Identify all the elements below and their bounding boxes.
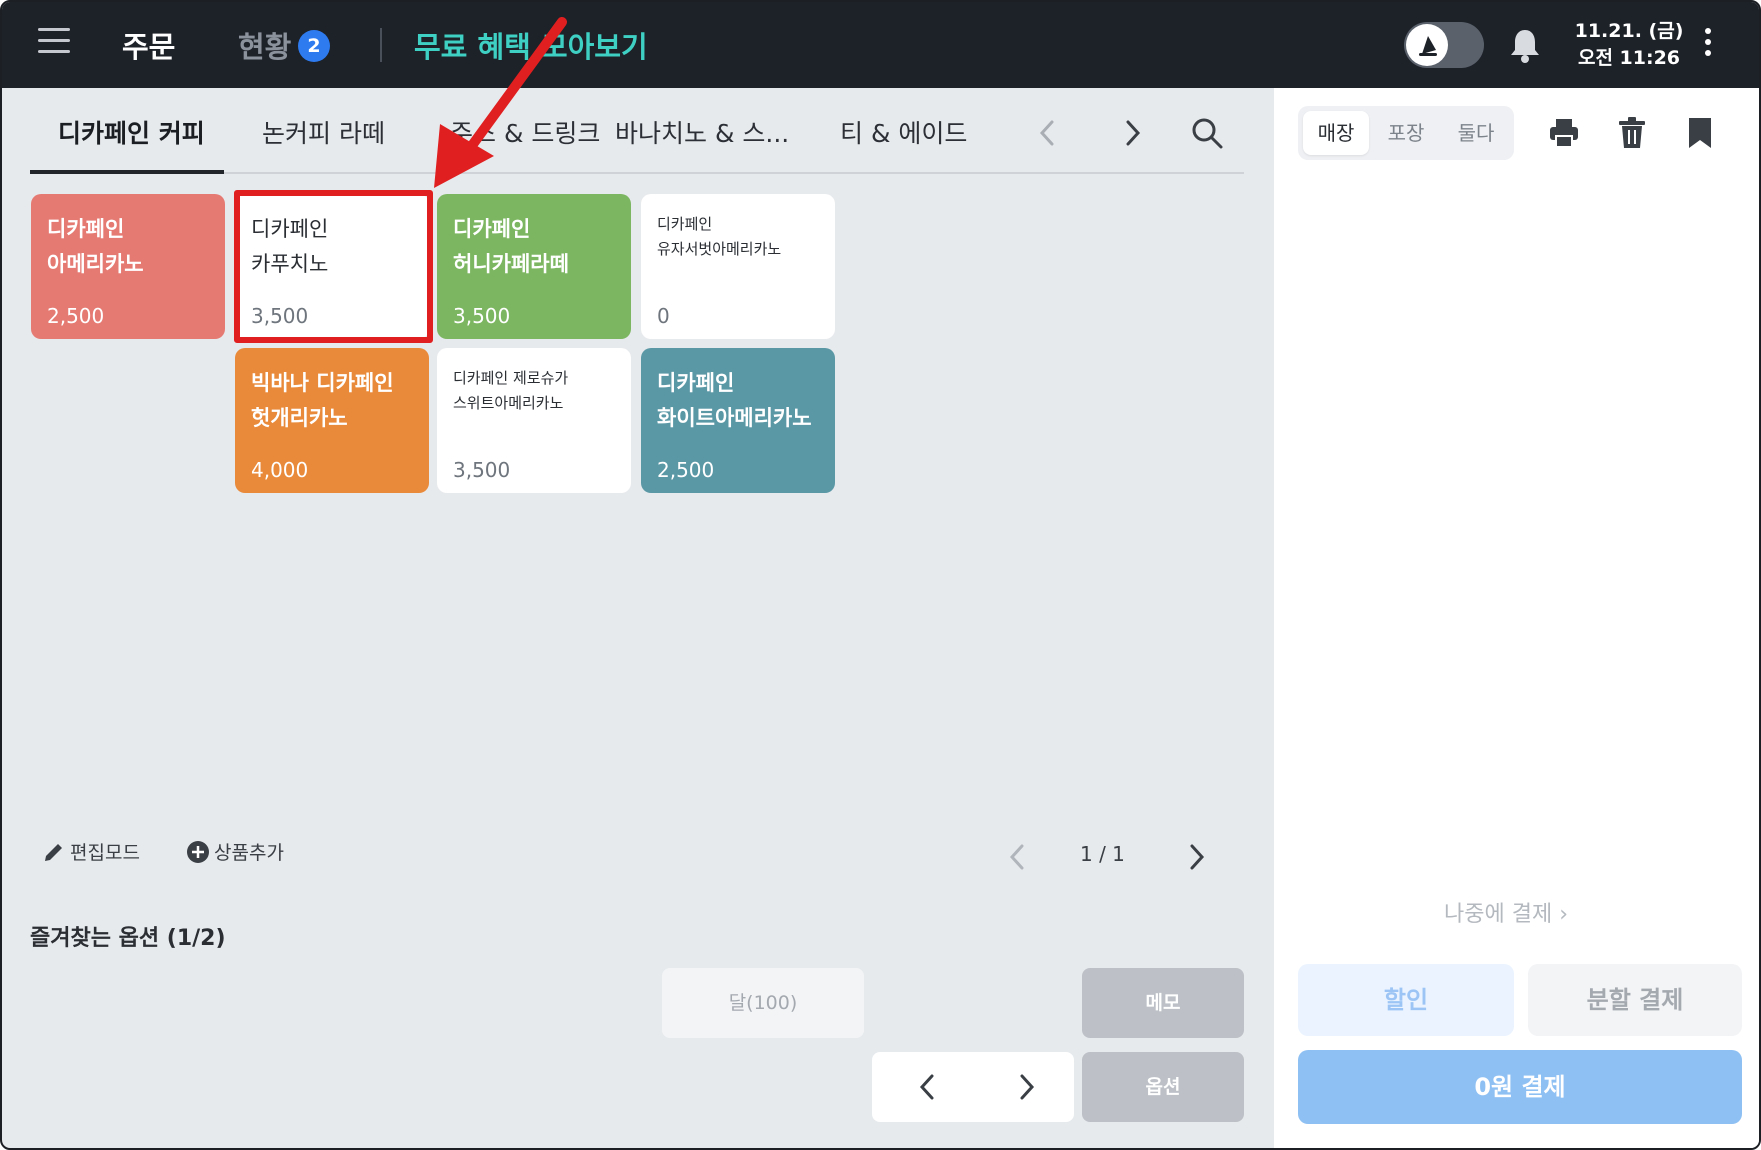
tab-status[interactable]: 현황 (238, 24, 291, 66)
product-card[interactable]: 디카페인 아메리카노 2,500 (31, 194, 225, 339)
time-text: 오전 11:26 (1577, 47, 1681, 69)
discount-button[interactable]: 할인 (1298, 964, 1514, 1036)
status-count-badge: 2 (298, 30, 330, 62)
product-price: 3,500 (453, 304, 511, 328)
segment-both[interactable]: 둘다 (1443, 111, 1509, 155)
pay-later-label: 나중에 결제 (1444, 902, 1553, 927)
segment-store[interactable]: 매장 (1303, 111, 1369, 155)
more-options-icon[interactable] (1702, 28, 1714, 62)
toggle-knob (1406, 24, 1448, 66)
favorite-options-title: 즐겨찾는 옵션 (1/2) (30, 926, 226, 951)
category-tab-banachino[interactable]: 바나치노 & 스... (615, 114, 789, 150)
search-icon[interactable] (1190, 116, 1224, 150)
promo-link[interactable]: 무료 혜택 모아보기 (414, 24, 648, 66)
category-tab-juice-drink[interactable]: 주스 & 드링크 (450, 114, 600, 150)
pos-app-window: 주문 현황 2 무료 혜택 모아보기 11.21. (금) 오전 11:26 디… (0, 0, 1761, 1150)
hamburger-menu-icon[interactable] (38, 28, 70, 58)
option-nav (872, 1052, 1074, 1122)
product-card[interactable]: 디카페인 허니카페라떼 3,500 (437, 194, 631, 339)
product-name: 디카페인 허니카페라떼 (453, 217, 569, 276)
page-indicator: 1 / 1 (1080, 842, 1125, 866)
chevron-left-icon[interactable] (1002, 840, 1032, 874)
product-price: 4,000 (251, 458, 309, 482)
product-name: 빅바나 디카페인 헛개리카노 (251, 371, 394, 430)
mode-toggle[interactable] (1404, 22, 1484, 68)
product-name: 디카페인 유자서벗아메리카노 (657, 215, 782, 258)
chevron-right-icon: › (1559, 902, 1569, 927)
product-price: 3,500 (251, 304, 309, 328)
plus-circle-icon (187, 840, 209, 863)
datetime: 11.21. (금) 오전 11:26 (1574, 18, 1684, 72)
bell-icon[interactable] (1507, 26, 1543, 64)
chevron-right-icon[interactable] (1182, 840, 1212, 874)
chevron-right-icon[interactable] (1012, 1070, 1042, 1104)
order-panel: 매장 포장 둘다 나중에 결제 › 할인 분할 결제 0원 결제 (1274, 88, 1759, 1148)
product-price: 2,500 (47, 304, 105, 328)
category-tab-noncoffee-latte[interactable]: 논커피 라떼 (262, 114, 385, 150)
product-price: 2,500 (657, 458, 715, 482)
category-bar: 디카페인 커피 논커피 라떼 주스 & 드링크 바나치노 & 스... 티 & … (30, 104, 1244, 174)
pay-button[interactable]: 0원 결제 (1298, 1050, 1742, 1124)
pay-later-link[interactable]: 나중에 결제 › (1444, 896, 1568, 928)
product-name: 디카페인 아메리카노 (47, 217, 144, 276)
product-price: 0 (657, 304, 670, 328)
lamp-icon (1419, 36, 1437, 56)
pencil-icon (45, 843, 62, 861)
product-card[interactable]: 디카페인 화이트아메리카노 2,500 (641, 348, 835, 493)
split-payment-button[interactable]: 분할 결제 (1528, 964, 1742, 1036)
product-name: 디카페인 화이트아메리카노 (657, 371, 812, 430)
option-button[interactable]: 옵션 (1082, 1052, 1244, 1122)
product-card[interactable]: 디카페인 카푸치노 3,500 (235, 194, 429, 339)
add-product-label: 상품추가 (214, 842, 284, 864)
printer-icon[interactable] (1548, 116, 1580, 150)
header-divider (380, 28, 382, 62)
bookmark-icon[interactable] (1684, 116, 1716, 150)
product-card[interactable]: 디카페인 제로슈가 스위트아메리카노 3,500 (437, 348, 631, 493)
memo-button[interactable]: 메모 (1082, 968, 1244, 1038)
date-text: 11.21. (금) (1574, 20, 1684, 42)
active-category-underline (30, 170, 224, 174)
sugar-option-button[interactable]: 달(100) (662, 968, 864, 1038)
category-tab-tea-ade[interactable]: 티 & 에이드 (840, 114, 967, 150)
grid-pager: 1 / 1 (992, 834, 1222, 878)
order-type-segment: 매장 포장 둘다 (1298, 106, 1514, 160)
top-bar: 주문 현황 2 무료 혜택 모아보기 11.21. (금) 오전 11:26 (2, 2, 1759, 88)
product-name: 디카페인 카푸치노 (251, 217, 329, 276)
chevron-right-icon[interactable] (1118, 116, 1148, 150)
segment-takeout[interactable]: 포장 (1373, 111, 1439, 155)
edit-mode-label: 편집모드 (70, 842, 140, 864)
product-card[interactable]: 디카페인 유자서벗아메리카노 0 (641, 194, 835, 339)
trash-icon[interactable] (1616, 116, 1648, 150)
add-product-button[interactable]: 상품추가 (186, 838, 284, 865)
edit-mode-button[interactable]: 편집모드 (42, 838, 140, 865)
chevron-left-icon[interactable] (1032, 116, 1062, 150)
tab-order[interactable]: 주문 (122, 24, 175, 66)
product-card[interactable]: 빅바나 디카페인 헛개리카노 4,000 (235, 348, 429, 493)
category-tab-decaf-coffee[interactable]: 디카페인 커피 (58, 114, 205, 150)
product-name: 디카페인 제로슈가 스위트아메리카노 (453, 369, 569, 412)
product-price: 3,500 (453, 458, 511, 482)
chevron-left-icon[interactable] (912, 1070, 942, 1104)
